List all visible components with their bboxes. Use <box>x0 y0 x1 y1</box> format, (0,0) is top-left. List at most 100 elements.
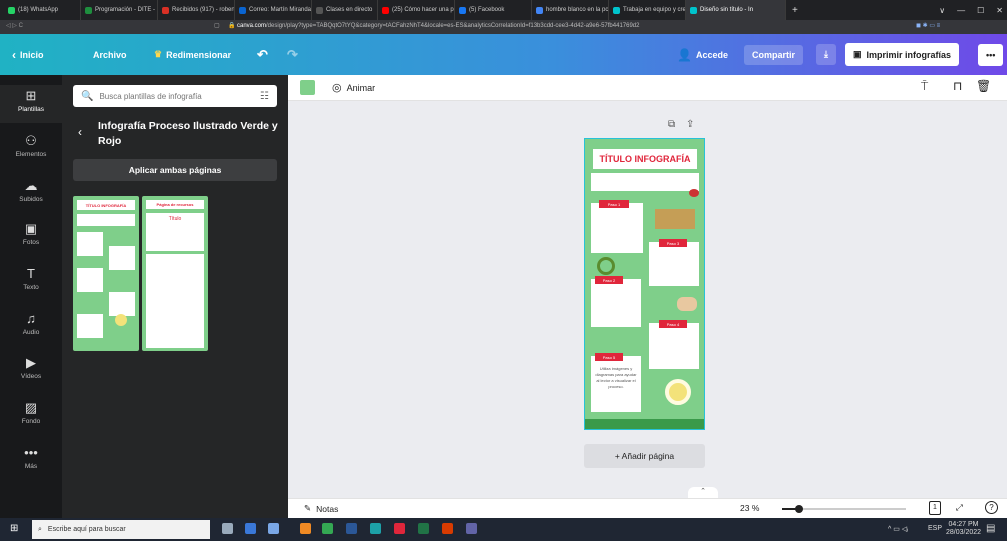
file-menu-button[interactable]: Archivo <box>93 34 127 75</box>
infographic-intro[interactable] <box>591 173 699 191</box>
rail-item-texto[interactable]: T Texto <box>0 263 62 301</box>
rail-item-elementos[interactable]: ⚇ Elementos <box>0 130 62 168</box>
tab-label: Programación - DITE - D <box>95 7 158 13</box>
undo-icon: ↶ <box>257 46 268 62</box>
print-icon: ▣ <box>853 49 862 59</box>
browser-tab[interactable]: hombre blanco en la pc <box>532 0 609 20</box>
paint-roller-icon[interactable]: ⍑ <box>921 79 928 94</box>
template-thumb-2[interactable]: Página de recursos Título <box>142 196 208 351</box>
thumb2-title: Página de recursos <box>146 200 204 209</box>
browser-tab[interactable]: Clases en directo <box>312 0 378 20</box>
account-label: Accede <box>695 49 728 60</box>
task-view-icon[interactable] <box>222 523 233 534</box>
editor-bar: ◎ Animar ⍑ ⊓ 🗑 <box>288 75 1007 101</box>
notes-button[interactable]: ✎ Notas <box>304 503 338 514</box>
rail-item-audio[interactable]: ♫ Audio <box>0 308 62 346</box>
infographic-page[interactable]: TÍTULO INFOGRAFÍA Paso 1 Paso 3 Paso 2 P… <box>584 138 705 430</box>
animate-button[interactable]: ◎ Animar <box>332 81 375 94</box>
browser-tab[interactable]: Trabaja en equipo y crea <box>609 0 686 20</box>
app-icon[interactable] <box>370 523 381 534</box>
system-tray-icons[interactable]: ^ ▭ ◁ᵢ <box>888 525 908 533</box>
app-icon[interactable] <box>300 523 311 534</box>
teams-icon[interactable] <box>466 523 477 534</box>
rail-item-subidos[interactable]: ☁ Subidos <box>0 175 62 213</box>
back-forward-reload-icons[interactable]: ◁ ▷ C <box>6 22 23 29</box>
zoom-slider-track[interactable] <box>782 505 906 513</box>
excel-icon[interactable] <box>418 523 429 534</box>
duplicate-page-icon[interactable]: ⧉ <box>668 119 675 130</box>
print-label: Imprimir infografías <box>866 49 952 60</box>
browser-tab[interactable]: Programación - DITE - D <box>81 0 158 20</box>
tab-label: Correo: Martín Miranda <box>249 7 312 13</box>
window-control-icon[interactable]: ∨ <box>939 6 945 15</box>
step-box-1[interactable] <box>591 203 643 253</box>
explorer-icon[interactable] <box>245 523 256 534</box>
chrome-icon[interactable] <box>322 523 333 534</box>
back-chevron-icon[interactable]: ‹ <box>78 125 82 139</box>
rail-item-plantillas[interactable]: ⊞ Plantillas <box>0 85 62 123</box>
apply-both-pages-button[interactable]: Aplicar ambas páginas <box>73 159 277 181</box>
resize-button[interactable]: ♛ Redimensionar <box>154 34 231 75</box>
extensions-icons[interactable]: ◼ ✱ ▭ ≡ <box>916 22 940 29</box>
rail-item-icon: ▣ <box>24 221 38 236</box>
browser-tab[interactable]: (5) Facebook <box>455 0 532 20</box>
animate-icon: ◎ <box>332 82 342 94</box>
browser-tab[interactable]: Correo: Martín Miranda <box>235 0 312 20</box>
show-pages-toggle[interactable]: ⌃ <box>688 487 718 498</box>
template-search-input[interactable] <box>99 91 240 101</box>
powerpoint-icon[interactable] <box>442 523 453 534</box>
add-page-icon[interactable]: ⇪ <box>686 119 694 130</box>
template-search-box[interactable]: 🔍 ☷ <box>73 85 277 107</box>
step-box-5[interactable]: Utiliza imágenes y diagramas para ayudar… <box>591 356 641 412</box>
rail-item-vídeos[interactable]: ▶ Vídeos <box>0 352 62 390</box>
account-button[interactable]: 👤 Accede <box>677 34 728 75</box>
rail-item-label: Plantillas <box>17 106 44 113</box>
window-control-icon[interactable]: — <box>957 6 965 15</box>
acrobat-icon[interactable] <box>394 523 405 534</box>
add-page-button[interactable]: + Añadir página <box>584 444 705 468</box>
trash-icon[interactable]: 🗑 <box>976 79 991 93</box>
taskbar-search[interactable]: ⌕ Escribe aquí para buscar <box>32 520 210 539</box>
thumb1-box <box>109 292 135 316</box>
home-button[interactable]: ‹ Inicio <box>12 34 44 75</box>
step-box-4[interactable] <box>649 323 699 369</box>
template-thumb-1[interactable]: TÍTULO INFOGRAFÍA <box>73 196 139 351</box>
filter-icon[interactable]: ☷ <box>260 91 269 102</box>
zoom-slider-handle[interactable] <box>795 505 803 513</box>
rail-item-más[interactable]: ••• Más <box>0 442 62 480</box>
rail-item-label: Fondo <box>21 418 41 425</box>
window-control-icon[interactable]: ✕ <box>996 6 1003 15</box>
windows-start-icon[interactable]: ⊞ <box>10 523 18 534</box>
browser-tab[interactable]: Recibidos (917) - roberto <box>158 0 235 20</box>
step-box-2[interactable] <box>591 279 641 327</box>
browser-tab[interactable]: (18) WhatsApp <box>4 0 81 20</box>
address-bar[interactable]: ◁ ▷ C ▢ 🔒 canva.com/design/play?type=TAB… <box>0 20 1007 34</box>
help-icon[interactable]: ? <box>985 501 998 514</box>
clock[interactable]: 04:27 PM 28/03/2022 <box>946 521 981 537</box>
new-tab-icon[interactable]: + <box>792 5 798 16</box>
redo-button[interactable]: ↷ <box>287 34 298 75</box>
rail-item-fondo[interactable]: ▨ Fondo <box>0 397 62 435</box>
browser-tab[interactable]: Diseño sin título - In <box>686 0 786 20</box>
lock-icon: 🔒 <box>228 23 236 29</box>
undo-button[interactable]: ↶ <box>257 34 268 75</box>
more-button[interactable]: ••• <box>978 34 1004 75</box>
rail-item-fotos[interactable]: ▣ Fotos <box>0 218 62 256</box>
print-infographics-button[interactable]: ▣ Imprimir infografías <box>845 34 960 75</box>
mail-icon[interactable] <box>268 523 279 534</box>
browser-tab[interactable]: (25) Cómo hacer una pr <box>378 0 455 20</box>
url-text[interactable]: canva.com/design/play?type=TABQqtO7tYQ&c… <box>237 23 639 29</box>
window-control-icon[interactable]: ☐ <box>977 6 984 15</box>
page-count-button[interactable]: 1 <box>929 501 941 515</box>
background-color-swatch[interactable] <box>300 80 315 95</box>
infographic-title[interactable]: TÍTULO INFOGRAFÍA <box>593 149 697 169</box>
word-icon[interactable] <box>346 523 357 534</box>
notifications-icon[interactable]: ▤ <box>986 523 995 534</box>
lock-icon[interactable]: ⊓ <box>953 79 962 93</box>
language-indicator[interactable]: ESP <box>928 525 942 532</box>
rail-item-icon: ⚇ <box>25 133 37 148</box>
step-box-3[interactable] <box>649 242 699 286</box>
download-button[interactable]: ⤓ <box>816 34 836 75</box>
share-button[interactable]: Compartir <box>744 34 804 75</box>
fullscreen-icon[interactable]: ⤢ <box>956 502 963 513</box>
